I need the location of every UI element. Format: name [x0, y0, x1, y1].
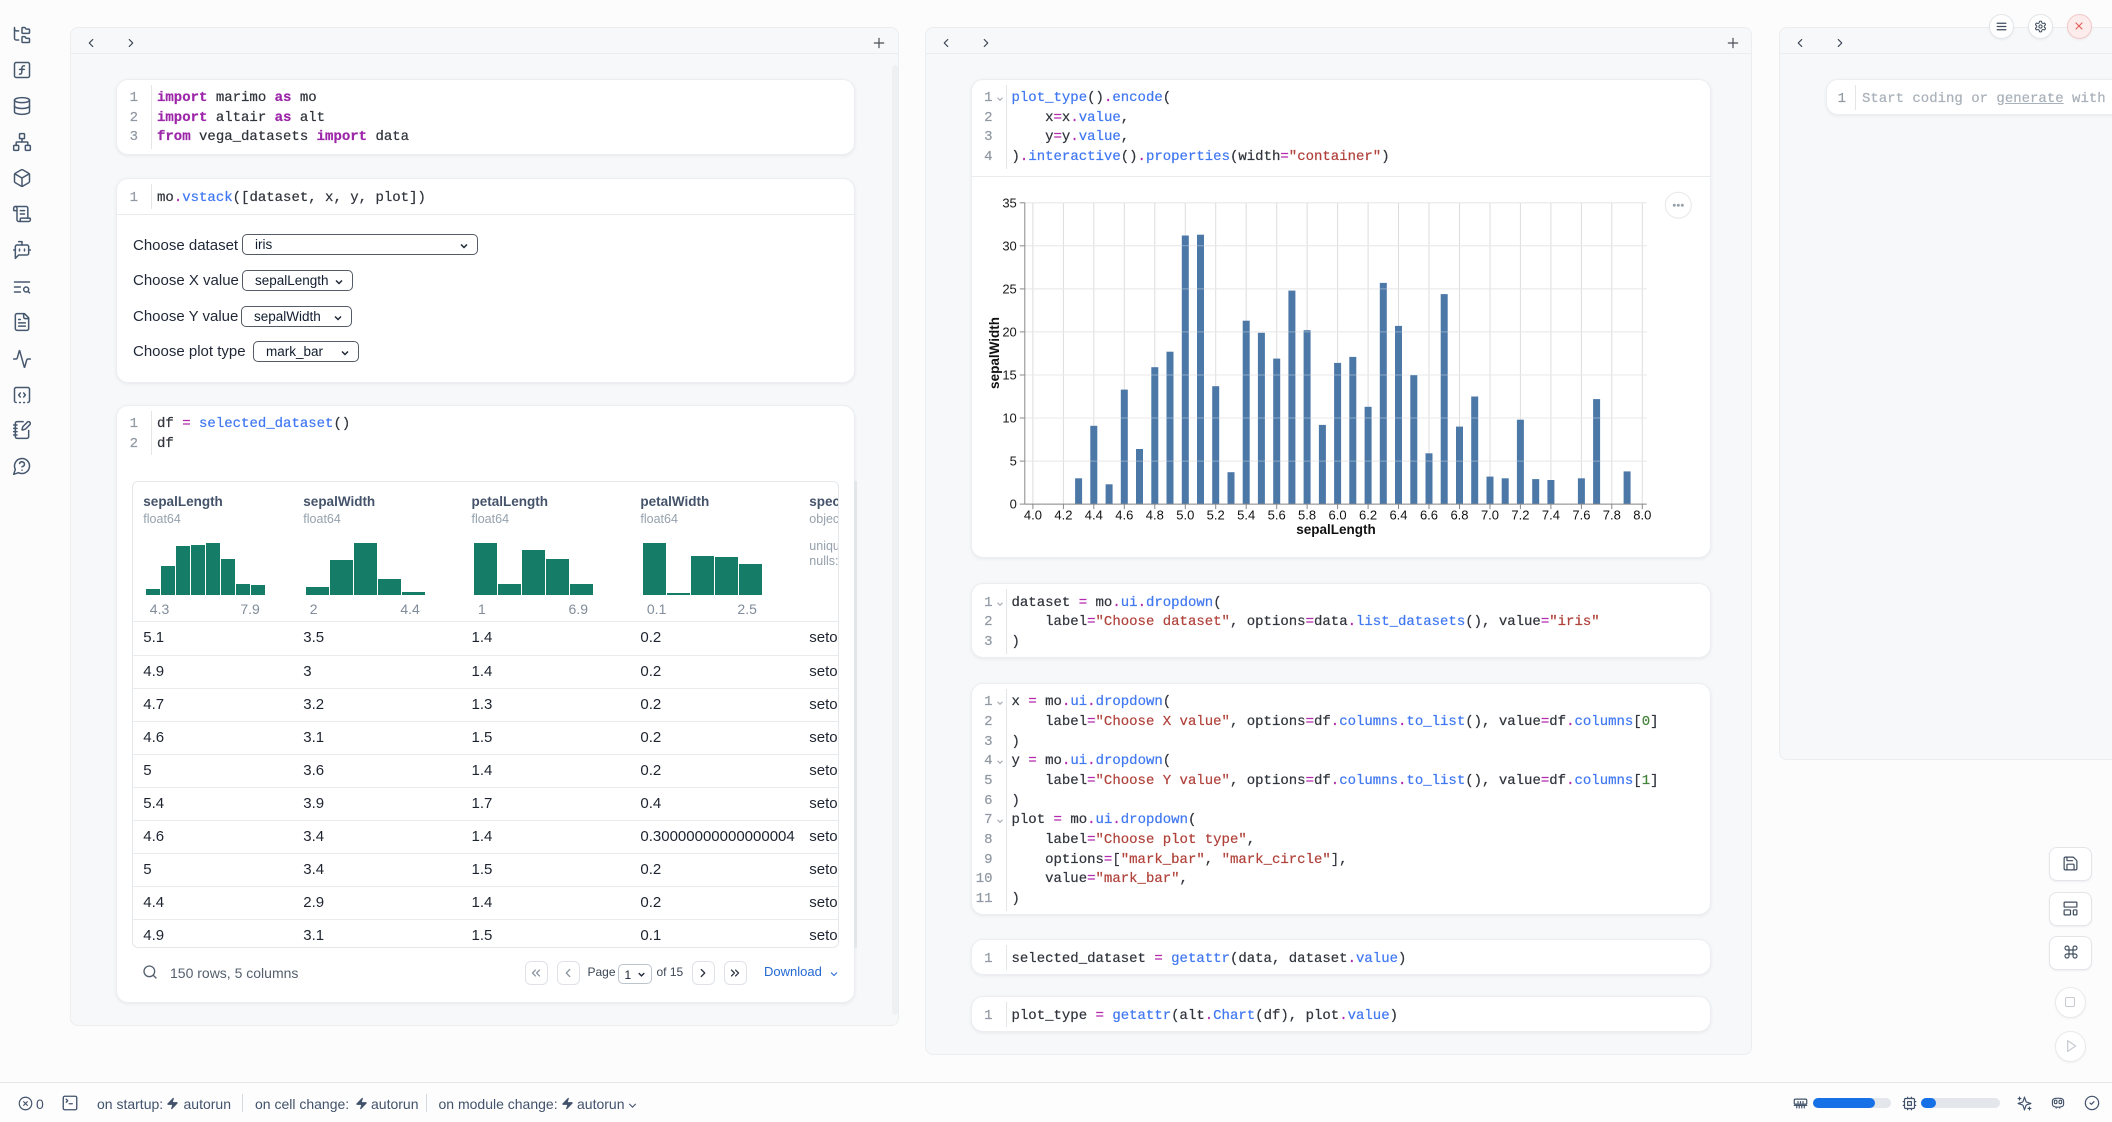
svg-text:4.0: 4.0	[1023, 508, 1041, 523]
svg-text:sepalWidth: sepalWidth	[987, 317, 1002, 389]
svg-text:5.2: 5.2	[1206, 508, 1224, 523]
svg-text:15: 15	[1002, 368, 1016, 383]
svg-text:5.6: 5.6	[1267, 508, 1285, 523]
svg-text:6.8: 6.8	[1450, 508, 1468, 523]
svg-text:10: 10	[1002, 411, 1016, 426]
svg-text:sepalLength: sepalLength	[1296, 522, 1376, 537]
svg-text:7.2: 7.2	[1511, 508, 1529, 523]
svg-text:4.6: 4.6	[1115, 508, 1133, 523]
svg-text:25: 25	[1002, 281, 1016, 296]
svg-text:6.0: 6.0	[1328, 508, 1346, 523]
svg-text:35: 35	[1002, 195, 1016, 210]
svg-text:7.8: 7.8	[1602, 508, 1620, 523]
svg-text:6.4: 6.4	[1389, 508, 1407, 523]
svg-text:4.4: 4.4	[1084, 508, 1102, 523]
svg-text:4.2: 4.2	[1054, 508, 1072, 523]
svg-text:6.2: 6.2	[1359, 508, 1377, 523]
svg-text:7.0: 7.0	[1480, 508, 1498, 523]
svg-text:5.4: 5.4	[1237, 508, 1255, 523]
svg-text:30: 30	[1002, 238, 1016, 253]
svg-text:5: 5	[1009, 454, 1016, 469]
svg-text:8.0: 8.0	[1633, 508, 1651, 523]
svg-text:20: 20	[1002, 324, 1016, 339]
svg-text:0: 0	[1009, 497, 1016, 512]
svg-text:6.6: 6.6	[1419, 508, 1437, 523]
svg-text:4.8: 4.8	[1145, 508, 1163, 523]
svg-text:5.0: 5.0	[1176, 508, 1194, 523]
svg-text:5.8: 5.8	[1298, 508, 1316, 523]
svg-text:7.6: 7.6	[1572, 508, 1590, 523]
svg-text:7.4: 7.4	[1541, 508, 1559, 523]
